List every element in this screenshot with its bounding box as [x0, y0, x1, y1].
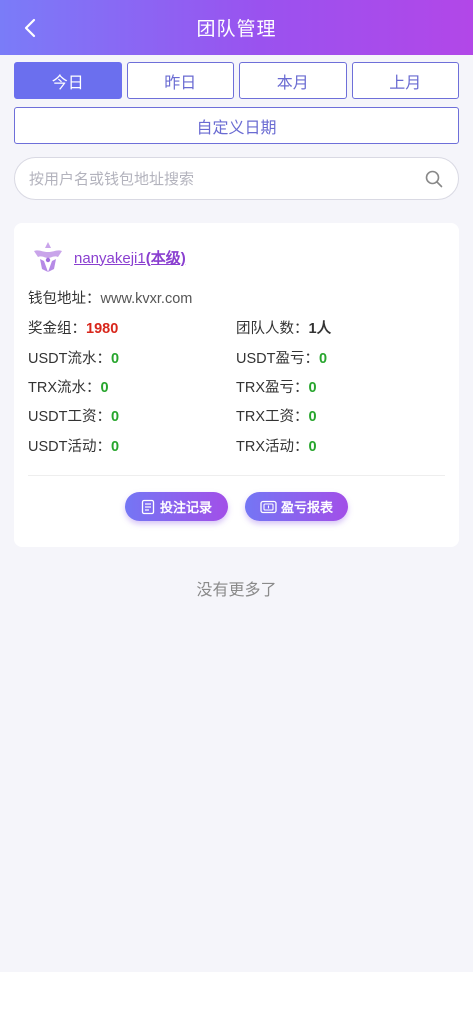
team-size-row: 团队人数：1人 [236, 321, 332, 337]
usdt-pnl-row: USDT盈亏：0 [236, 351, 328, 367]
document-list-icon [141, 499, 155, 514]
trx-flow-value: 0 [100, 380, 109, 396]
tab-last-month[interactable]: 上月 [351, 62, 459, 99]
trx-flow-row: TRX流水：0 [28, 380, 109, 396]
page-title: 团队管理 [196, 18, 277, 40]
bonus-group-row: 奖金组：1980 [28, 321, 119, 337]
date-tabs: 今日 昨日 本月 上月 [14, 62, 459, 99]
custom-date-button[interactable]: 自定义日期 [14, 107, 459, 144]
tab-today[interactable]: 今日 [14, 62, 122, 99]
avatar-icon [34, 242, 62, 272]
usdt-flow-value: 0 [110, 351, 120, 367]
trx-activity-value: 0 [308, 439, 317, 455]
wallet-address-value: www.kvxr.com [100, 291, 193, 307]
trx-pnl-row: TRX盈亏：0 [236, 380, 317, 396]
usdt-activity-row: USDT活动：0 [28, 439, 120, 455]
page-background: 团队管理 今日 昨日 本月 上月 自定义日期 nanyakeji1(本级) [0, 0, 473, 972]
back-chevron-icon [24, 18, 36, 38]
team-size-value: 1人 [308, 321, 332, 337]
search-bar [14, 157, 459, 200]
trx-salary-value: 0 [308, 409, 317, 425]
usdt-salary-row: USDT工资：0 [28, 409, 120, 425]
usdt-activity-value: 0 [110, 439, 120, 455]
wallet-address-row: 钱包地址：www.kvxr.com [28, 291, 193, 307]
tab-yesterday[interactable]: 昨日 [126, 62, 234, 99]
wallet-icon [260, 500, 277, 513]
trx-pnl-value: 0 [308, 380, 317, 396]
member-header: nanyakeji1(本级) [30, 239, 186, 275]
member-username[interactable]: nanyakeji1(本级) [74, 247, 186, 268]
member-card: nanyakeji1(本级) 钱包地址：www.kvxr.com 奖金组：198… [14, 223, 459, 547]
trx-salary-row: TRX工资：0 [236, 409, 317, 425]
app-header: 团队管理 [0, 0, 473, 55]
trx-activity-row: TRX活动：0 [236, 439, 317, 455]
search-input[interactable] [29, 169, 424, 188]
no-more-text: 没有更多了 [196, 580, 277, 599]
usdt-flow-row: USDT流水：0 [28, 351, 120, 367]
back-button[interactable] [14, 12, 46, 44]
pnl-report-button[interactable]: 盈亏报表 [245, 492, 348, 521]
card-divider [28, 475, 445, 476]
usdt-salary-value: 0 [110, 409, 120, 425]
bet-records-button[interactable]: 投注记录 [125, 492, 228, 521]
usdt-pnl-value: 0 [318, 351, 328, 367]
tab-this-month[interactable]: 本月 [239, 62, 347, 99]
search-icon[interactable] [424, 169, 444, 189]
bonus-group-value: 1980 [86, 321, 119, 337]
